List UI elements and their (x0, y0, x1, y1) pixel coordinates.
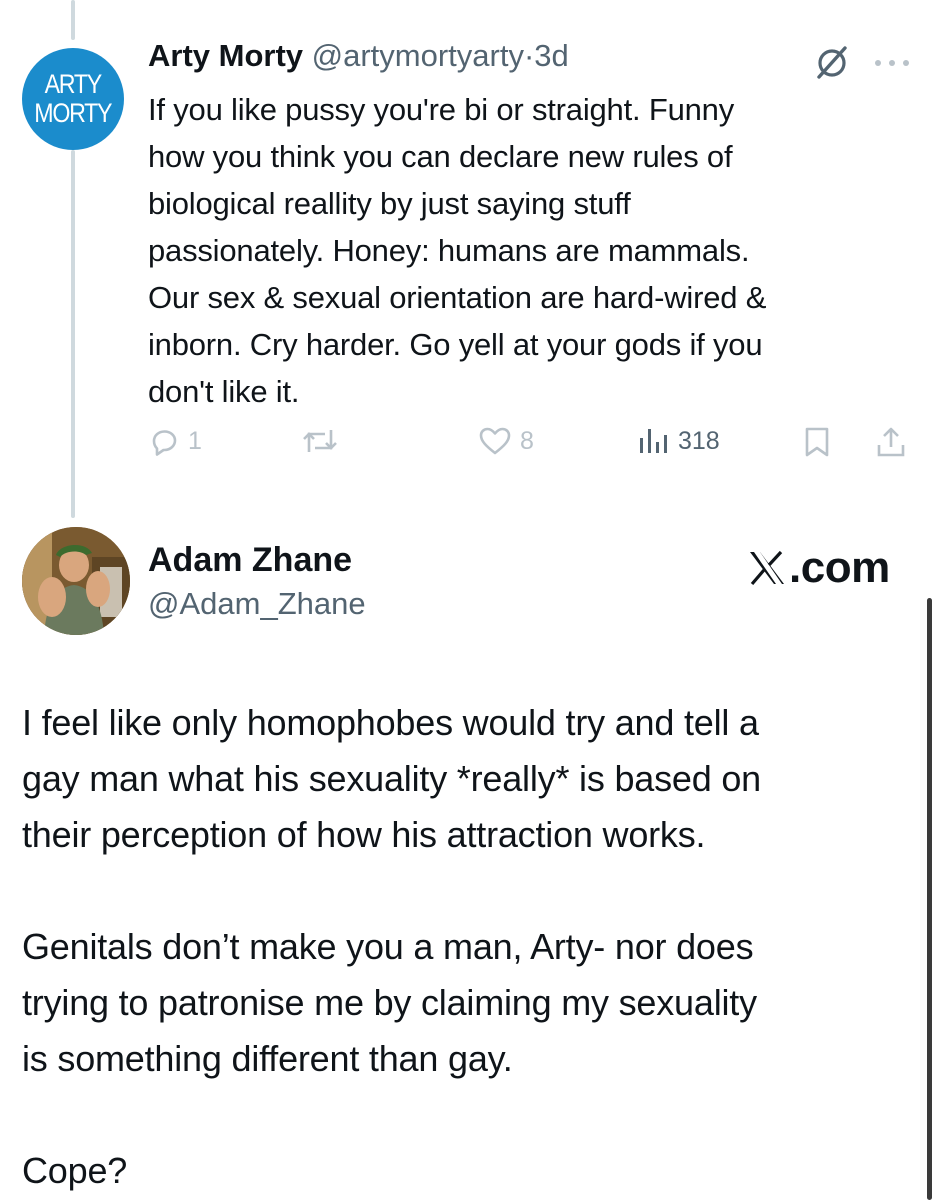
avatar[interactable] (22, 527, 130, 635)
x-icon (750, 550, 784, 586)
profile-photo (22, 527, 130, 635)
scrollbar[interactable] (927, 598, 932, 1200)
share-button[interactable] (874, 425, 908, 459)
view-count: 318 (678, 426, 720, 455)
author-name[interactable]: Adam Zhane (148, 541, 352, 580)
reply-icon (152, 430, 177, 456)
tweet-text: I feel like only homophobes would try an… (22, 702, 761, 1191)
tweet-header: Arty Morty @artymortyarty·3d (148, 38, 569, 74)
share-icon (877, 427, 905, 457)
author-name[interactable]: Arty Morty (148, 38, 303, 73)
bookmark-icon (805, 427, 829, 457)
bookmark-button[interactable] (802, 425, 832, 459)
views-icon (640, 429, 667, 453)
avatar-text: ARTY (44, 69, 103, 99)
reply-button[interactable]: 1 (148, 425, 202, 457)
like-count: 8 (520, 426, 534, 455)
thread-connector-top (71, 0, 75, 40)
x-logo-text: .com (789, 543, 890, 592)
more-icon[interactable] (872, 58, 912, 68)
heart-icon (479, 427, 511, 455)
like-button[interactable]: 8 (478, 425, 534, 457)
x-logo: .com (748, 543, 890, 593)
avatar[interactable]: ARTY MORTY (22, 48, 124, 150)
avatar-text: MORTY (34, 98, 113, 128)
separator: · (523, 38, 535, 73)
thread-connector (71, 150, 75, 518)
tweet-time[interactable]: 3d (534, 38, 568, 73)
tweet-actions: 1 8 318 (148, 420, 928, 470)
grok-icon[interactable] (812, 42, 852, 82)
author-handle[interactable]: @Adam_Zhane (148, 586, 366, 622)
repost-button[interactable] (300, 425, 348, 457)
repost-icon (303, 430, 337, 452)
author-handle[interactable]: @artymortyarty (312, 38, 524, 73)
tweet-text: If you like pussy you're bi or straight.… (148, 92, 767, 409)
views-button[interactable]: 318 (636, 425, 720, 457)
reply-count: 1 (188, 426, 202, 455)
